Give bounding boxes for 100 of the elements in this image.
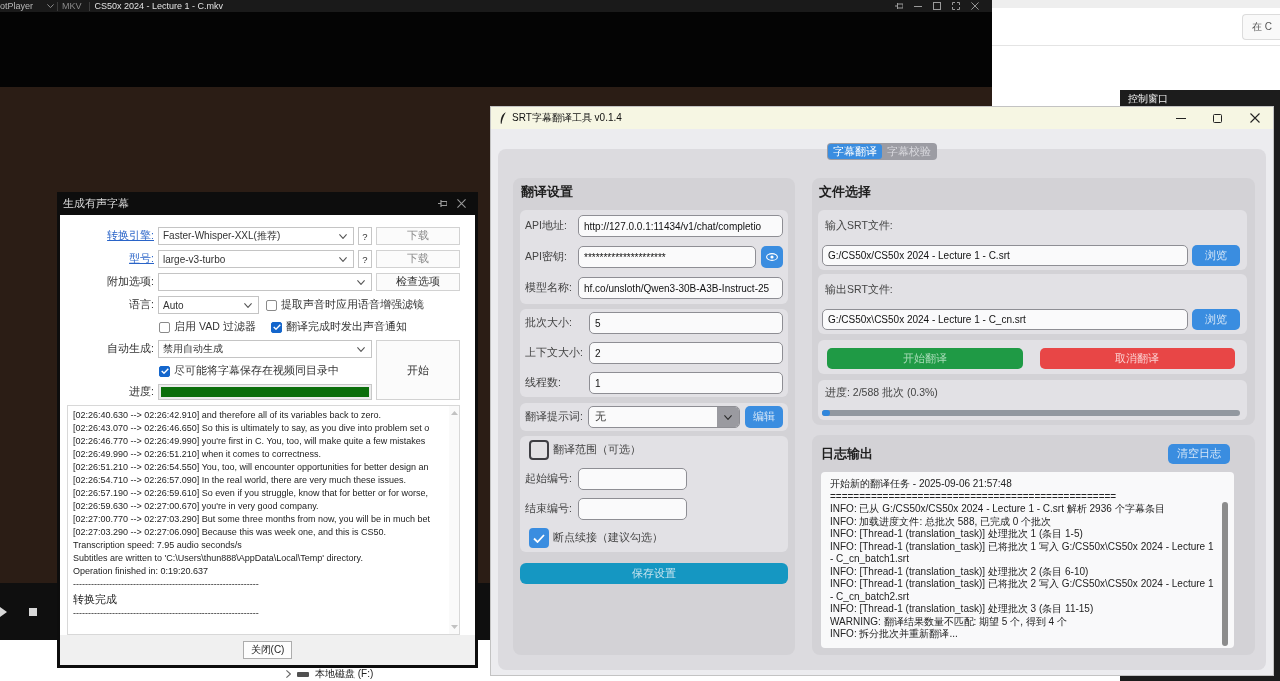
output-file-field[interactable]: G:/CS50x\CS50x 2024 - Lecture 1 - C_cn.srt	[822, 309, 1188, 330]
log-line: 开始新的翻译任务 - 2025-09-06 21:57:48	[830, 478, 1012, 491]
model-dropdown[interactable]: large-v3-turbo	[158, 250, 354, 268]
stop-icon[interactable]	[29, 607, 37, 616]
checkbox[interactable]	[271, 321, 282, 333]
maximize-icon[interactable]	[933, 2, 941, 10]
log-line: [02:26:51.210 --> 02:26:54.550] You, too, will encounter opportunities for better design an	[73, 461, 429, 474]
chevron-down-icon	[244, 302, 252, 308]
log-line: [02:26:59.630 --> 02:27:00.670] you're in very good company.	[73, 500, 319, 513]
caret-down-icon[interactable]	[47, 4, 55, 8]
field-label: API密钥:	[525, 250, 567, 264]
field-label: 批次大小:	[525, 316, 572, 330]
log-line: Subtitles are written to 'C:\Users\thun888\AppData\Local\Temp' directory.	[73, 552, 363, 565]
checkbox-label[interactable]: 启用 VAD 过滤器	[174, 320, 256, 334]
help-button[interactable]: ?	[358, 250, 372, 268]
log-line: [02:26:40.630 --> 02:26:42.910] and therefore all of its variables back to zero.	[73, 409, 381, 422]
prompt-dropdown[interactable]: 无	[588, 406, 740, 428]
field-label: 线程数:	[525, 376, 561, 390]
check-icon	[272, 324, 281, 330]
pin-icon[interactable]	[895, 2, 903, 10]
section-heading: 文件选择	[819, 183, 871, 201]
scrollbar-thumb[interactable]	[1222, 502, 1228, 646]
text-field[interactable]: http://127.0.0.1:11434/v1/chat/completio	[578, 215, 783, 237]
window-title: 生成有声字幕	[63, 196, 129, 211]
auto-generate-dropdown[interactable]: 禁用自动生成	[158, 340, 372, 358]
chevron-down-icon	[339, 256, 347, 262]
engine-link[interactable]: 转换引擎:	[107, 229, 154, 243]
log-line: [02:26:57.190 --> 02:26:59.610] So even if you struggle, know that for better or for worse,	[73, 487, 428, 500]
end-number-field[interactable]	[578, 498, 687, 520]
window-title: SRT字幕翻译工具 v0.1.4	[512, 111, 622, 125]
field-label: 附加选项:	[107, 275, 154, 289]
field-label: 模型名称:	[525, 281, 572, 295]
log-line: Transcription speed: 7.95 audio seconds/s	[73, 539, 242, 552]
progress-text: 进度: 2/588 批次 (0.3%)	[825, 386, 938, 400]
field-label: API地址:	[525, 219, 567, 233]
input-file-field[interactable]: G:/CS50x/CS50x 2024 - Lecture 1 - C.srt	[822, 245, 1188, 266]
checkbox-label[interactable]: 断点续接（建议勾选）	[553, 531, 663, 545]
window-title: 控制窗口	[1128, 93, 1168, 105]
pin-icon[interactable]	[438, 199, 447, 208]
checkbox-label[interactable]: 翻译完成时发出声音通知	[286, 320, 407, 334]
checkbox[interactable]	[529, 528, 549, 548]
log-line: =================================================	[830, 490, 1117, 503]
close-icon	[1249, 113, 1260, 123]
chevron-right-icon[interactable]	[286, 670, 291, 678]
number-field[interactable]: 1	[589, 372, 783, 394]
minimize-icon	[1175, 117, 1186, 119]
format-label: MKV	[62, 0, 82, 12]
checkbox[interactable]	[159, 365, 170, 377]
checkbox[interactable]	[159, 321, 170, 333]
number-field[interactable]: 5	[589, 312, 783, 334]
field-label: 起始编号:	[525, 472, 572, 486]
start-number-field[interactable]	[578, 468, 687, 490]
log-line: 转换完成	[73, 592, 117, 607]
password-field[interactable]: *********************	[578, 246, 756, 268]
start-button[interactable]: 开始	[376, 340, 460, 400]
checkbox-label[interactable]: 翻译范围（可选）	[553, 443, 641, 457]
window-title: CS50x 2024 - Lecture 1 - C.mkv	[94, 0, 224, 12]
field-label: 语言:	[129, 298, 154, 312]
play-icon[interactable]	[0, 606, 7, 617]
show-password-button[interactable]	[761, 246, 783, 268]
help-button[interactable]: ?	[358, 227, 372, 245]
check-options-button[interactable]: 检查选项	[376, 273, 460, 291]
checkbox[interactable]	[529, 440, 549, 460]
check-icon	[160, 368, 169, 374]
search-field[interactable]: 在 C	[1242, 13, 1280, 40]
check-icon	[533, 533, 545, 543]
log-line: [02:27:00.770 --> 02:27:03.290] But some three months from now, you will be in much bet	[73, 513, 430, 526]
drive-icon	[297, 671, 309, 677]
log-line: WARNING: 翻译结果数量不匹配: 期望 5 个, 得到 4 个	[830, 615, 1067, 628]
log-line: INFO: [Thread-1 (translation_task)] 处理批次 1 (条目 1-5)	[830, 528, 1083, 541]
close-icon[interactable]	[971, 2, 979, 10]
chevron-down-icon	[357, 346, 365, 352]
field-label: 自动生成:	[107, 342, 154, 356]
checkbox-label[interactable]: 提取声音时应用语音增强滤镜	[281, 298, 424, 312]
chevron-down-icon	[339, 233, 347, 239]
log-line: [02:26:54.710 --> 02:26:57.090] In the real world, there are very much these issues.	[73, 474, 406, 487]
minimize-icon[interactable]	[914, 5, 922, 7]
close-icon[interactable]	[457, 199, 466, 208]
model-link[interactable]: 型号:	[129, 252, 154, 266]
log-line: [02:26:49.990 --> 02:26:51.210] when it comes to correctness.	[73, 448, 321, 461]
checkbox[interactable]	[266, 299, 277, 311]
feather-icon	[500, 112, 506, 124]
log-line: INFO: [Thread-1 (translation_task)] 已将批次 1 写入 G:/CS50x\CS50x 2024 - Lecture 1 - C_cn_batch1.srt	[830, 540, 1215, 566]
close-button[interactable]: 关闭(C)	[243, 641, 292, 659]
log-line: INFO: [Thread-1 (translation_task)] 处理批次 2 (条目 6-10)	[830, 565, 1089, 578]
app-name[interactable]: otPlayer	[0, 0, 34, 12]
log-line: INFO: [Thread-1 (translation_task)] 处理批次 3 (条目 11-15)	[830, 603, 1094, 616]
number-field[interactable]: 2	[589, 342, 783, 364]
text-field[interactable]: hf.co/unsloth/Qwen3-30B-A3B-Instruct-25	[578, 277, 783, 299]
field-label: 结束编号:	[525, 502, 572, 516]
engine-dropdown[interactable]: Faster-Whisper-XXL(推荐)	[158, 227, 354, 245]
log-line: INFO: 已从 G:/CS50x/CS50x 2024 - Lecture 1 - C.srt 解析 2936 个字幕条目	[830, 503, 1165, 516]
eye-icon	[766, 253, 778, 261]
field-label: 进度:	[129, 385, 154, 399]
checkbox-label[interactable]: 尽可能将字幕保存在视频同目录中	[174, 364, 339, 378]
fullscreen-icon[interactable]	[952, 2, 960, 10]
tree-item[interactable]: 本地磁盘 (F:)	[315, 667, 374, 681]
language-dropdown[interactable]: Auto	[158, 296, 259, 314]
chevron-down-icon	[357, 279, 365, 285]
chevron-down-icon	[724, 414, 732, 420]
